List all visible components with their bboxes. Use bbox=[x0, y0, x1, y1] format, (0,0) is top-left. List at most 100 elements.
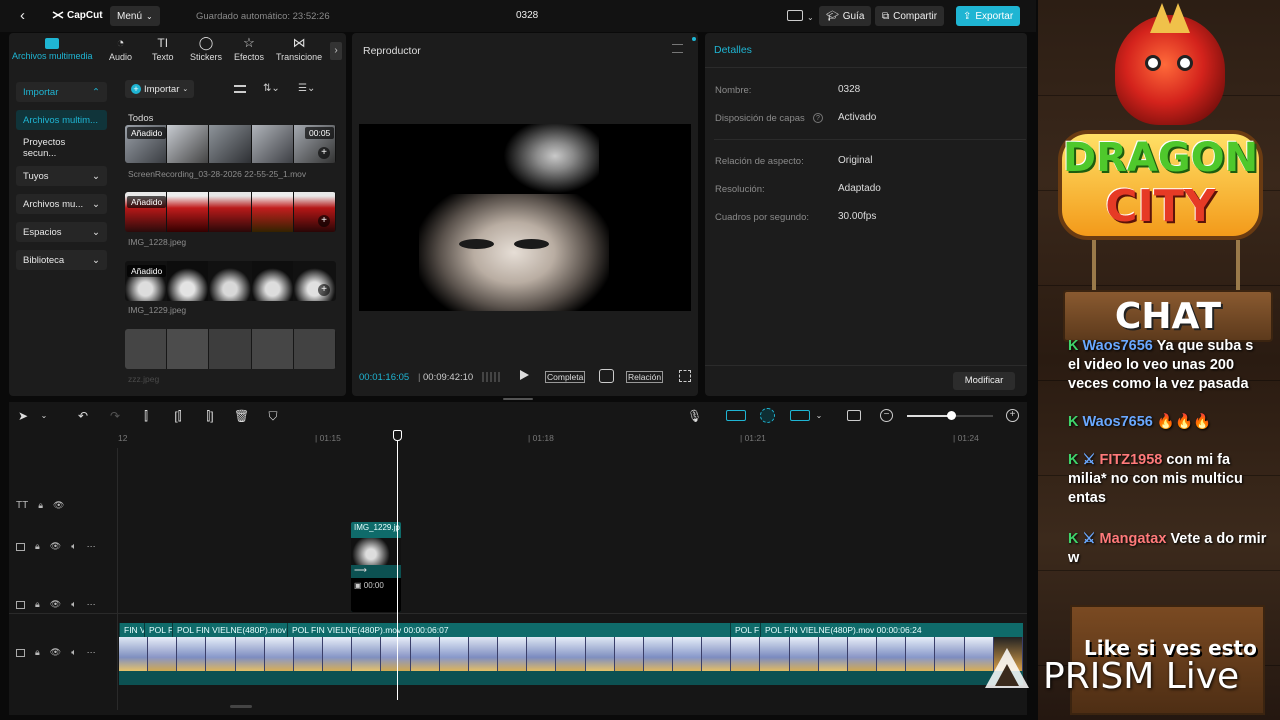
resize-handle[interactable] bbox=[503, 398, 533, 400]
guide-label: Guía bbox=[842, 10, 865, 22]
capcut-logo: CapCut bbox=[52, 9, 103, 21]
redo-icon[interactable]: ↷ bbox=[108, 409, 122, 423]
eye-icon[interactable]: 👁︎ bbox=[50, 647, 61, 658]
scroll-right-icon[interactable]: › bbox=[330, 42, 342, 60]
playhead[interactable] bbox=[397, 438, 398, 700]
sidebar-item-label: Importar bbox=[23, 86, 59, 98]
undo-icon[interactable]: ↶ bbox=[76, 409, 90, 423]
guide-button[interactable]: 🎓︎ Guía bbox=[819, 6, 872, 26]
aspect-ratio-button[interactable]: Relación bbox=[626, 371, 664, 383]
horizontal-scrollbar[interactable] bbox=[230, 705, 252, 708]
video-track-icon bbox=[16, 648, 25, 657]
eye-icon[interactable]: 👁︎ bbox=[53, 500, 64, 511]
sidebar-item-import[interactable]: Importar ⌃ bbox=[16, 82, 107, 102]
overlay-clip[interactable]: IMG_1229.jp ⟶ ▣ 00:00 bbox=[351, 522, 401, 612]
auto-snap-icon[interactable] bbox=[760, 408, 775, 423]
play-icon[interactable] bbox=[520, 370, 529, 380]
lock-icon[interactable]: 🔒︎ bbox=[38, 500, 43, 511]
crop-icon[interactable] bbox=[599, 369, 614, 383]
main-clip-frames bbox=[119, 637, 1023, 671]
eye-icon[interactable]: 👁︎ bbox=[50, 541, 61, 552]
track-header-divider bbox=[117, 448, 118, 710]
main-track-magnet-icon[interactable] bbox=[726, 410, 746, 421]
sidebar-item-media[interactable]: Archivos multim... bbox=[16, 110, 107, 130]
speaker-icon[interactable]: 🔈︎ bbox=[71, 541, 76, 552]
more-icon[interactable]: ⋯ bbox=[87, 599, 96, 610]
layout-icon[interactable] bbox=[787, 10, 803, 21]
playhead-handle[interactable] bbox=[393, 430, 402, 441]
sort-icon[interactable]: ⇅⌄ bbox=[263, 83, 280, 94]
more-icon[interactable]: ⋯ bbox=[87, 541, 96, 552]
fullscreen-icon[interactable] bbox=[679, 370, 691, 382]
zoom-slider-handle[interactable] bbox=[947, 411, 956, 420]
add-to-timeline-icon[interactable]: + bbox=[318, 147, 330, 159]
tab-audio[interactable]: ◔ Audio bbox=[109, 36, 132, 63]
select-cursor-icon[interactable]: ➤ bbox=[16, 409, 30, 423]
info-icon[interactable]: ? bbox=[813, 113, 823, 123]
autosave-status: Guardado automático: 23:52:26 bbox=[196, 11, 330, 22]
media-item-zzz[interactable] bbox=[125, 329, 336, 369]
back-icon[interactable]: ‹ bbox=[20, 8, 25, 24]
export-button[interactable]: ⇪ Exportar bbox=[956, 6, 1021, 26]
zoom-in-icon[interactable]: + bbox=[1006, 409, 1019, 422]
sidebar-item-yours[interactable]: Tuyos ⌄ bbox=[16, 166, 107, 186]
ruler-tick: | 01:21 bbox=[740, 433, 766, 443]
sidebar-item-projects[interactable]: Proyectos secun... bbox=[16, 137, 107, 159]
preview-axis-icon[interactable] bbox=[847, 410, 861, 421]
chat-username: Waos7656 bbox=[1082, 414, 1153, 430]
eye-icon[interactable]: 👁︎ bbox=[50, 599, 61, 610]
sidebar-item-label: Tuyos bbox=[23, 170, 49, 182]
sidebar-item-label: Archivos multim... bbox=[23, 114, 98, 126]
tab-media[interactable]: Archivos multimedia bbox=[12, 36, 93, 61]
import-button[interactable]: + Importar ⌄ bbox=[125, 80, 195, 98]
speaker-icon[interactable]: 🔈︎ bbox=[71, 647, 76, 658]
dragon-mascot-icon bbox=[1115, 3, 1225, 125]
menu-button[interactable]: Menú ⌄ bbox=[110, 6, 160, 26]
chevron-down-icon[interactable]: ⌄ bbox=[37, 409, 51, 423]
linkage-icon[interactable] bbox=[790, 410, 810, 421]
sidebar-item-library[interactable]: Biblioteca ⌄ bbox=[16, 250, 107, 270]
video-preview[interactable] bbox=[359, 124, 691, 311]
filter-icon[interactable]: ☰⌄ bbox=[298, 83, 315, 94]
split-icon[interactable]: ⫿ bbox=[139, 409, 153, 423]
chevron-down-icon: ⌄ bbox=[182, 86, 189, 93]
main-clip[interactable]: POL FIN VIELNE(480P).mov 00:00:06:24 bbox=[760, 623, 1023, 637]
sidebar-item-spaces[interactable]: Espacios ⌄ bbox=[16, 222, 107, 242]
marker-icon[interactable]: ⛉ bbox=[266, 409, 280, 423]
full-quality-button[interactable]: Completa bbox=[545, 371, 586, 383]
list-view-icon[interactable] bbox=[234, 85, 246, 93]
chevron-down-icon[interactable]: ⌄ bbox=[807, 13, 814, 22]
chevron-down-icon: ⌄ bbox=[92, 170, 100, 182]
player-menu-icon[interactable] bbox=[672, 44, 683, 53]
tab-text[interactable]: TI Texto bbox=[152, 36, 174, 62]
chevron-up-icon: ⌃ bbox=[92, 86, 100, 98]
share-button[interactable]: ⧉ Compartir bbox=[875, 6, 945, 26]
delete-icon[interactable]: 🗑︎ bbox=[234, 409, 249, 423]
main-clip[interactable]: FIN V bbox=[119, 623, 144, 637]
speaker-icon[interactable]: 🔈︎ bbox=[71, 599, 76, 610]
more-icon[interactable]: ⋯ bbox=[87, 647, 96, 658]
sidebar-item-files[interactable]: Archivos mu... ⌄ bbox=[16, 194, 107, 214]
add-to-timeline-icon[interactable]: + bbox=[318, 284, 330, 296]
tab-stickers[interactable]: ◯ Stickers bbox=[190, 36, 222, 63]
add-to-timeline-icon[interactable]: + bbox=[318, 215, 330, 227]
microphone-icon[interactable]: 🎙︎ bbox=[687, 409, 702, 423]
split-left-icon[interactable]: [⫿ bbox=[171, 409, 185, 423]
main-clip[interactable]: POL FIN VIELNE(480P).mov 00:00:06:07 bbox=[287, 623, 730, 637]
split-right-icon[interactable]: ⫿] bbox=[203, 409, 217, 423]
tab-effects[interactable]: ☆ Efectos bbox=[234, 36, 264, 63]
lock-icon[interactable]: 🔒︎ bbox=[35, 647, 40, 658]
zoom-out-icon[interactable]: − bbox=[880, 409, 893, 422]
layer-layout-label: Disposición de capas bbox=[715, 113, 805, 124]
main-clip[interactable]: POL FIN VIELNE(480P).mov bbox=[172, 623, 287, 637]
lock-icon[interactable]: 🔒︎ bbox=[35, 541, 40, 552]
main-clip[interactable]: POL F bbox=[144, 623, 172, 637]
upload-icon: ⇪ bbox=[963, 10, 972, 22]
modify-button[interactable]: Modificar bbox=[953, 372, 1015, 390]
main-clip[interactable]: POL F bbox=[730, 623, 760, 637]
tab-transitions[interactable]: ⋈ Transicione bbox=[276, 36, 322, 63]
lock-icon[interactable]: 🔒︎ bbox=[35, 599, 40, 610]
image-icon: ▣ bbox=[354, 581, 362, 590]
chat-text: 🔥🔥🔥 bbox=[1156, 414, 1212, 430]
chevron-down-icon[interactable]: ⌄ bbox=[812, 409, 826, 423]
